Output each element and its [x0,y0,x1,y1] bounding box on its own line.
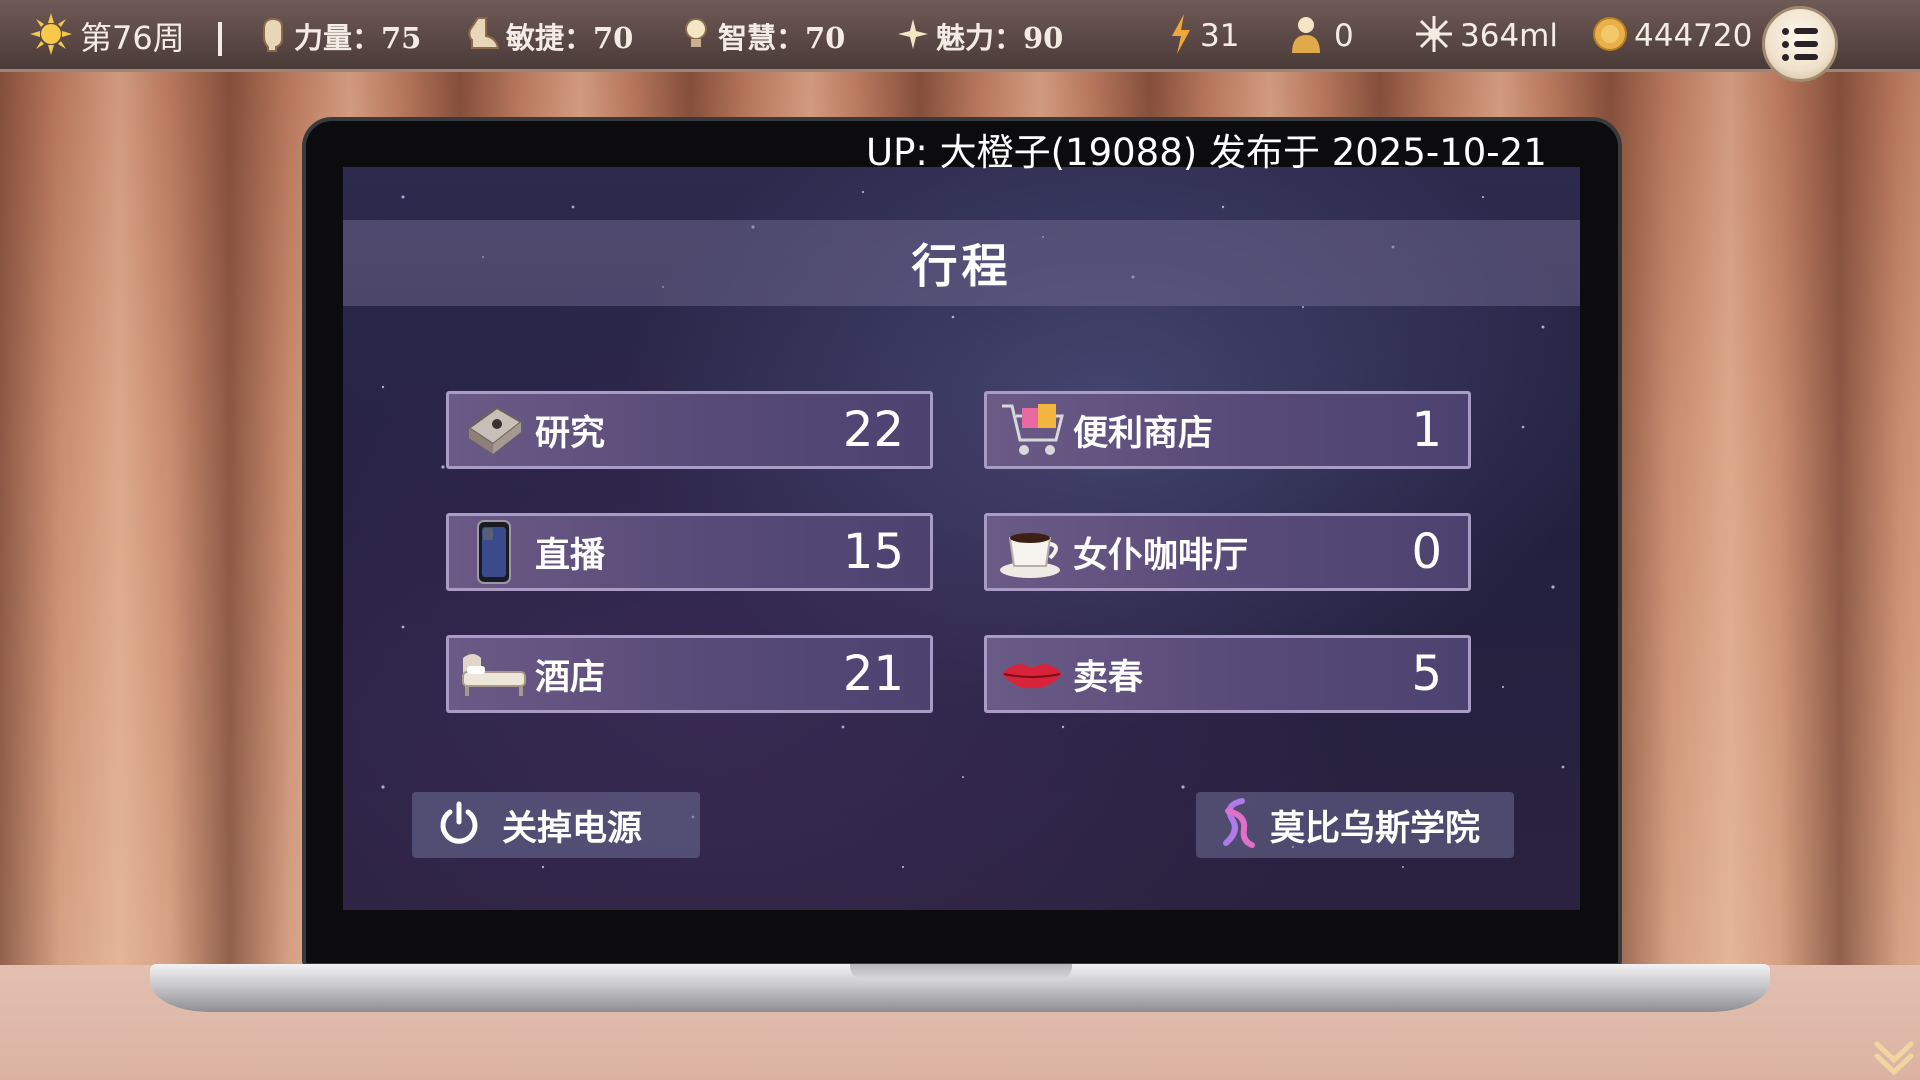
boot-icon [466,16,500,57]
chevron-down-icon[interactable] [1873,1038,1915,1076]
schedule-header: 行程 [343,220,1580,306]
phone-icon [459,517,529,587]
wisdom-stat: 智慧：70 [680,0,845,72]
burst-icon [1414,14,1454,59]
schedule-button-livestream[interactable]: 直播 15 [446,513,933,591]
schedule-count-convenience-store: 1 [1411,402,1442,458]
mobius-logo-icon [1218,797,1258,853]
wisdom-label: 智慧：70 [718,21,846,55]
sun-icon [28,11,74,62]
laptop-notch [850,964,1072,980]
schedule-count-maid-cafe: 0 [1411,524,1442,580]
schedule-label-prostitution: 卖春 [1073,656,1144,698]
schedule-title: 行程 [911,239,1012,293]
shopping-cart-icon [997,395,1067,465]
week-indicator: 第76周 [28,0,185,72]
schedule-label-convenience-store: 便利商店 [1073,412,1214,454]
lightning-icon [1168,12,1194,61]
agility-label: 敏捷：70 [506,21,634,55]
power-icon [436,800,482,850]
schedule-label-hotel: 酒店 [535,656,606,698]
sparkle-icon [896,17,930,56]
mobius-academy-button[interactable]: 莫比乌斯学院 [1196,792,1514,858]
milk-stat: 364ml [1414,0,1558,72]
milk-value: 364ml [1460,18,1558,54]
power-off-label: 关掉电源 [502,807,643,849]
bed-icon [459,639,529,709]
lips-icon [997,639,1067,709]
hud-divider [218,22,222,56]
charm-label: 魅力：90 [936,21,1064,55]
followers-stat: 0 [1284,0,1354,72]
schedule-button-prostitution[interactable]: 卖春 5 [984,635,1471,713]
bulb-icon [680,15,712,58]
research-icon [459,395,529,465]
charm-stat: 魅力：90 [896,0,1063,72]
schedule-button-research[interactable]: 研究 22 [446,391,933,469]
top-status-bar: 第76周 力量：75 敏捷：70 智慧：70 魅力：90 31 0 364ml … [0,0,1920,82]
schedule-label-maid-cafe: 女仆咖啡厅 [1073,534,1249,576]
followers-value: 0 [1334,18,1354,54]
coffee-cup-icon [997,517,1067,587]
main-menu-button[interactable] [1762,6,1838,82]
schedule-count-hotel: 21 [842,646,904,702]
schedule-count-prostitution: 5 [1411,646,1442,702]
schedule-count-research: 22 [842,402,904,458]
fist-icon [258,15,288,58]
coin-icon [1592,16,1628,57]
gold-value: 444720 [1634,18,1753,54]
strength-label: 力量：75 [294,21,422,55]
laptop-screen: 行程 研究 22 便利商店 1 直播 15 女仆咖啡厅 0 酒店 21 卖春 5… [343,167,1580,910]
person-icon [1284,13,1328,60]
schedule-count-livestream: 15 [842,524,904,580]
menu-icon [1782,27,1818,61]
schedule-button-maid-cafe[interactable]: 女仆咖啡厅 0 [984,513,1471,591]
strength-stat: 力量：75 [258,0,421,72]
uploader-caption: UP: 大橙子(19088) 发布于 2025-10-21 [866,131,1547,174]
schedule-label-livestream: 直播 [535,534,606,576]
energy-value: 31 [1200,18,1240,54]
schedule-button-hotel[interactable]: 酒店 21 [446,635,933,713]
mobius-academy-label: 莫比乌斯学院 [1270,807,1481,849]
power-off-button[interactable]: 关掉电源 [412,792,700,858]
gold-stat: 444720 [1592,0,1752,72]
schedule-label-research: 研究 [535,412,606,454]
schedule-button-convenience-store[interactable]: 便利商店 1 [984,391,1471,469]
week-text: 第76周 [80,19,185,57]
energy-stat: 31 [1168,0,1239,72]
agility-stat: 敏捷：70 [466,0,633,72]
